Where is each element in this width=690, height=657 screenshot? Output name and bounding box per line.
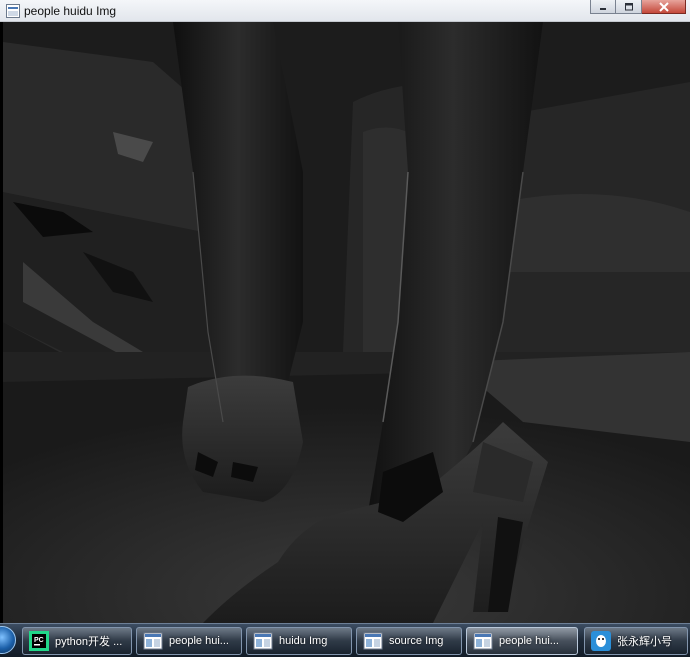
image-window-icon [363,632,383,650]
minimize-icon [600,7,606,10]
close-icon [658,1,669,12]
image-window-icon [253,632,273,650]
taskbar-item-people-huidu-active[interactable]: people hui... [466,627,578,655]
image-window-icon [143,632,163,650]
taskbar-item-label: source Img [389,635,444,647]
taskbar-item-label: huidu Img [279,635,328,647]
taskbar-item-label: 张永辉小号 [617,636,672,648]
image-canvas [3,22,690,623]
pycharm-icon: PC [29,631,49,651]
minimize-button[interactable] [590,0,616,14]
svg-text:PC: PC [34,637,44,644]
window-titlebar[interactable]: people huidu Img [0,0,690,22]
windows-start-orb[interactable] [0,626,16,654]
taskbar-item-label: python开发 ... [55,636,123,648]
taskbar-item-python[interactable]: PC python开发 ... [22,627,132,655]
maximize-button[interactable] [616,0,642,14]
window-title: people huidu Img [24,4,117,18]
grayscale-image [3,22,690,623]
taskbar-item-label: people hui... [499,635,559,647]
taskbar-item-people-huidu[interactable]: people hui... [136,627,242,655]
maximize-icon [624,2,633,10]
taskbar-item-source-img[interactable]: source Img [356,627,462,655]
qq-icon [591,631,611,651]
app-window-icon [6,4,20,18]
close-button[interactable] [642,0,686,14]
image-window-icon [473,632,493,650]
taskbar: PC python开发 ... people hui... huidu Img [0,623,690,657]
taskbar-item-qq[interactable]: 张永辉小号 [584,627,688,655]
taskbar-item-huidu-img[interactable]: huidu Img [246,627,352,655]
taskbar-item-label: people hui... [169,635,229,647]
